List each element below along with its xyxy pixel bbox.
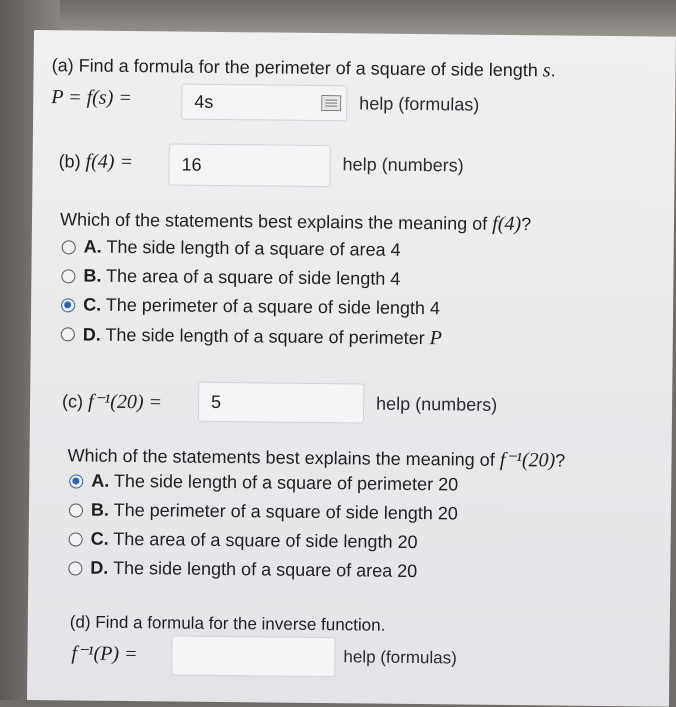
part-c-meaning-question: Which of the statements best explains th…: [67, 442, 565, 472]
option-letter: D.: [83, 325, 101, 345]
option-letter: C.: [83, 295, 101, 315]
part-b-label: (b): [59, 151, 86, 171]
option-letter: C.: [91, 529, 109, 549]
part-b-meaning-question: Which of the statements best explains th…: [60, 208, 531, 236]
part-b-option-a[interactable]: A. The side length of a square of area 4: [84, 237, 401, 261]
part-b-option-c-radio[interactable]: [61, 298, 75, 312]
part-b-answer-input[interactable]: 16: [168, 143, 330, 187]
part-c-question-math: f⁻¹(20): [500, 449, 556, 472]
part-b-option-d[interactable]: D. The side length of a square of perime…: [83, 324, 442, 351]
part-b-lhs: (b) f(4) =: [59, 150, 134, 174]
part-c-answer-input[interactable]: 5: [198, 382, 364, 424]
part-d-question: (d) Find a formula for the inverse funct…: [70, 612, 386, 635]
option-letter: A.: [91, 471, 109, 491]
option-math: P: [430, 327, 442, 349]
part-a-answer-value: 4s: [194, 91, 213, 112]
part-a-question-text: (a) Find a formula for the perimeter of …: [52, 55, 543, 80]
option-text: The perimeter of a square of side length…: [109, 500, 458, 524]
option-text: The area of a square of side length 20: [109, 529, 418, 552]
part-b-answer-value: 16: [181, 154, 201, 175]
part-c-option-d-radio[interactable]: [68, 561, 82, 575]
option-text: The side length of a square of perimeter: [101, 325, 430, 348]
part-c-option-b-radio[interactable]: [69, 503, 83, 517]
part-d-help-link[interactable]: help (formulas): [343, 647, 457, 668]
part-b-help-link[interactable]: help (numbers): [342, 154, 463, 176]
part-c-help-link[interactable]: help (numbers): [376, 394, 497, 416]
option-text: The side length of a square of area 4: [102, 237, 401, 260]
part-c-label: (c): [62, 391, 88, 411]
part-c-option-d[interactable]: D. The side length of a square of area 2…: [90, 558, 417, 582]
part-d-answer-input[interactable]: [171, 635, 335, 677]
part-a-question: (a) Find a formula for the perimeter of …: [52, 54, 556, 82]
part-c-option-c-radio[interactable]: [69, 532, 83, 546]
part-c-option-b[interactable]: B. The perimeter of a square of side len…: [91, 500, 458, 525]
part-c-option-a[interactable]: A. The side length of a square of perime…: [91, 471, 458, 496]
part-c-option-a-radio[interactable]: [69, 474, 83, 488]
option-letter: A.: [84, 237, 102, 257]
part-b-question-text: Which of the statements best explains th…: [60, 209, 492, 234]
part-c-answer-value: 5: [211, 391, 221, 412]
part-b-question-math: f(4): [492, 213, 521, 235]
part-c-question-text: Which of the statements best explains th…: [67, 445, 499, 470]
part-a-help-link[interactable]: help (formulas): [359, 93, 479, 115]
part-b-question-end: ?: [521, 214, 531, 234]
part-c-question-end: ?: [555, 450, 565, 470]
problem-sheet: (a) Find a formula for the perimeter of …: [27, 30, 676, 707]
part-b-option-c[interactable]: C. The perimeter of a square of side len…: [83, 295, 440, 320]
option-letter: B.: [83, 266, 101, 286]
part-c-option-c[interactable]: C. The area of a square of side length 2…: [91, 529, 418, 553]
part-b-function: f(4) =: [86, 151, 134, 173]
part-b-option-b[interactable]: B. The area of a square of side length 4: [83, 266, 400, 290]
option-text: The side length of a square of area 20: [108, 558, 417, 581]
option-text: The area of a square of side length 4: [101, 266, 400, 289]
part-d-lhs: f⁻¹(P) =: [71, 640, 137, 666]
part-c-lhs: (c) f⁻¹(20) =: [62, 388, 162, 414]
part-c-function: f⁻¹(20) =: [88, 391, 162, 414]
formula-editor-icon[interactable]: [321, 95, 341, 111]
part-b-option-b-radio[interactable]: [61, 269, 75, 283]
option-text: The side length of a square of perimeter…: [109, 471, 458, 495]
option-letter: B.: [91, 500, 109, 520]
part-a-period: .: [551, 60, 556, 80]
part-b-option-a-radio[interactable]: [62, 240, 76, 254]
part-b-option-d-radio[interactable]: [61, 327, 75, 341]
option-text: The perimeter of a square of side length…: [101, 295, 440, 319]
option-letter: D.: [90, 558, 108, 578]
part-a-lhs: P = f(s) =: [51, 86, 132, 110]
